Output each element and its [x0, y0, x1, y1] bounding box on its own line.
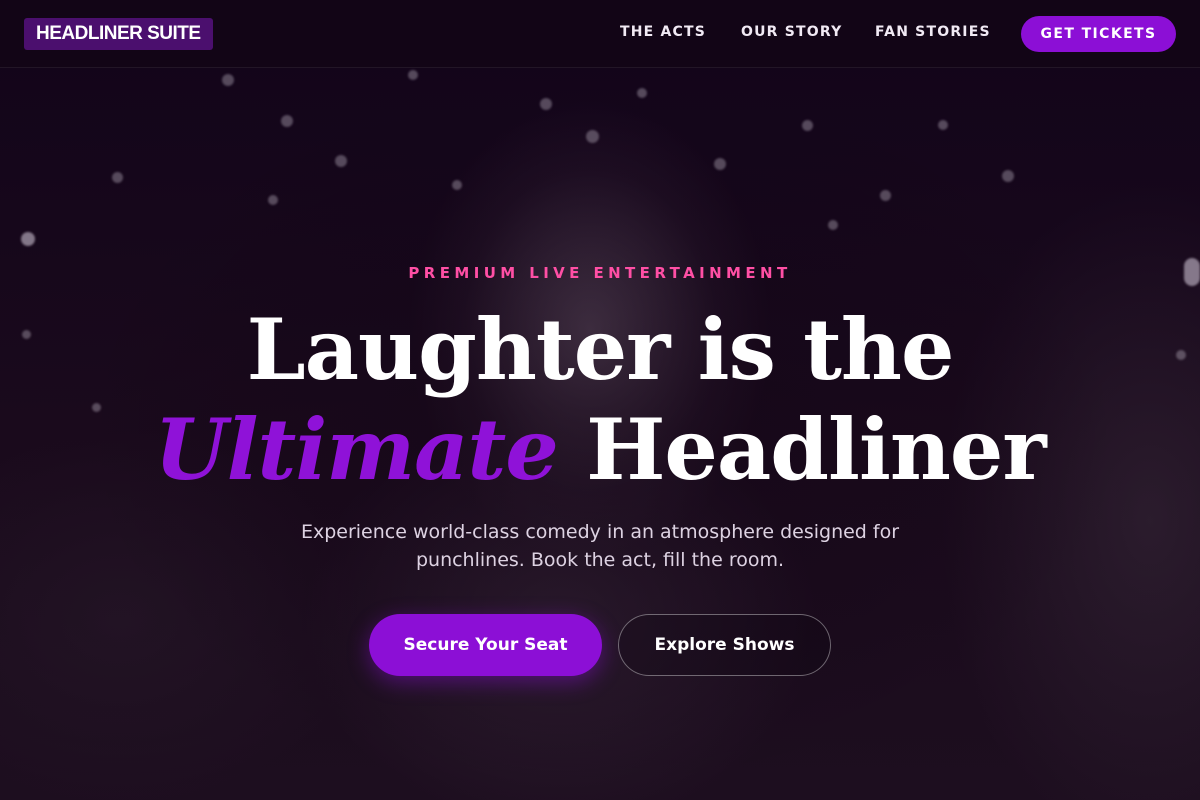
headline-line-2: Ultimate Headliner	[0, 400, 1200, 500]
brand-logo[interactable]: HEADLINER SUITE	[24, 18, 213, 50]
get-tickets-button[interactable]: GET TICKETS	[1021, 16, 1176, 52]
hero-headline: Laughter is the Ultimate Headliner	[0, 300, 1200, 500]
explore-shows-button[interactable]: Explore Shows	[618, 614, 831, 676]
site-header: HEADLINER SUITE THE ACTS OUR STORY FAN S…	[0, 0, 1200, 68]
hero-section: PREMIUM LIVE ENTERTAINMENT Laughter is t…	[0, 0, 1200, 800]
secure-your-seat-button[interactable]: Secure Your Seat	[369, 614, 602, 676]
headline-line-1: Laughter is the	[246, 300, 955, 399]
headline-accent-word: Ultimate	[154, 400, 558, 499]
headline-line-2-rest: Headliner	[586, 400, 1047, 499]
nav-link-the-acts[interactable]: THE ACTS	[620, 24, 706, 40]
nav-link-our-story[interactable]: OUR STORY	[741, 24, 842, 40]
hero-subtitle: Experience world-class comedy in an atmo…	[300, 521, 900, 571]
hero-eyebrow: PREMIUM LIVE ENTERTAINMENT	[408, 264, 792, 282]
nav-link-fan-stories[interactable]: FAN STORIES	[875, 24, 991, 40]
